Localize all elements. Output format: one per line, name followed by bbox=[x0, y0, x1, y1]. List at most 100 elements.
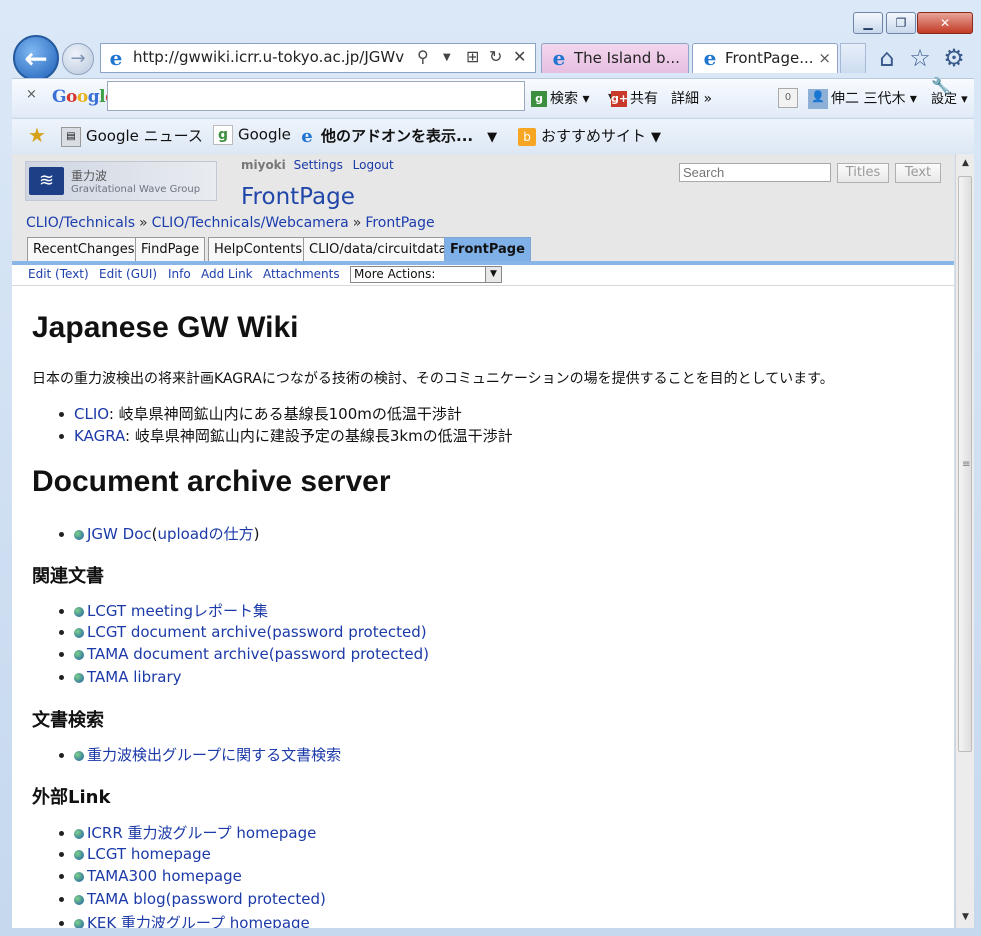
related-link[interactable]: LCGT document archive(password protected… bbox=[87, 623, 427, 641]
list-item-text: : 岐阜県神岡鉱山内にある基線長100mの低温干渉計 bbox=[108, 405, 462, 423]
google-search-button[interactable]: g 検索 ▾ bbox=[531, 88, 589, 108]
external-link[interactable]: KEK 重力波グループ homepage bbox=[87, 914, 310, 928]
bullet bbox=[59, 852, 64, 857]
more-actions-value: More Actions: bbox=[354, 267, 436, 281]
edit-text-link[interactable]: Edit (Text) bbox=[28, 267, 89, 281]
related-link[interactable]: TAMA library bbox=[87, 668, 182, 686]
upload-howto-link[interactable]: uploadの仕方 bbox=[157, 525, 253, 543]
toolbar-close-icon[interactable]: × bbox=[26, 87, 37, 102]
maximize-button[interactable]: ❐ bbox=[886, 12, 916, 34]
edit-gui-link[interactable]: Edit (GUI) bbox=[99, 267, 157, 281]
site-logo[interactable]: ≋ 重力波 Gravitational Wave Group bbox=[25, 161, 217, 201]
dropdown-arrow-icon[interactable]: ▼ bbox=[487, 130, 497, 145]
tab-close-icon[interactable]: × bbox=[818, 44, 831, 72]
user-account-button[interactable]: 👤 伸二 三代木 ▾ bbox=[808, 88, 917, 109]
share-button[interactable]: g+ 共有 bbox=[611, 88, 658, 108]
kagra-link[interactable]: KAGRA bbox=[74, 427, 125, 445]
close-button[interactable]: ✕ bbox=[917, 12, 973, 34]
ie-tab-icon: e bbox=[552, 46, 566, 70]
heading-doc-search: 文書検索 bbox=[32, 710, 104, 731]
favorite-more-addons[interactable]: e 他のアドオンを表示... ▼ bbox=[298, 125, 497, 146]
url-text[interactable]: http://gwwiki.icrr.u-tokyo.ac.jp/JGWv bbox=[133, 48, 408, 66]
bullet bbox=[59, 874, 64, 879]
dropdown-arrow-icon[interactable]: ▼ bbox=[651, 130, 661, 145]
page-title[interactable]: FrontPage bbox=[241, 184, 355, 210]
attachments-link[interactable]: Attachments bbox=[263, 267, 340, 281]
text-search-button[interactable]: Text bbox=[895, 163, 941, 183]
favorite-google-news[interactable]: ▤ Google ニュース bbox=[61, 125, 203, 147]
list-item: CLIO: 岐阜県神岡鉱山内にある基線長100mの低温干渉計 bbox=[59, 403, 462, 424]
scroll-thumb[interactable]: ≡ bbox=[958, 176, 972, 752]
nav-tab-frontpage[interactable]: FrontPage bbox=[444, 237, 531, 262]
bullet bbox=[59, 753, 64, 758]
info-link[interactable]: Info bbox=[168, 267, 191, 281]
favorites-star-icon[interactable]: ☆ bbox=[906, 44, 934, 72]
jgw-doc-link[interactable]: JGW Doc bbox=[87, 525, 152, 543]
breadcrumb: CLIO/Technicals» CLIO/Technicals/Webcamer… bbox=[26, 215, 435, 231]
favorites-add-icon[interactable]: ★ bbox=[28, 125, 51, 145]
settings-button[interactable]: 🔧 設定 ▾ bbox=[931, 78, 968, 107]
scroll-up-arrow-icon[interactable]: ▲ bbox=[956, 154, 975, 172]
favorite-suggested-sites[interactable]: b おすすめサイト ▼ bbox=[518, 125, 661, 146]
globe-icon bbox=[74, 606, 84, 617]
search-icon[interactable]: ⚲ bbox=[417, 47, 429, 66]
gear-icon[interactable]: ⚙ bbox=[940, 44, 968, 72]
globe-icon bbox=[74, 672, 84, 683]
dropdown-arrow-icon[interactable]: ▼ bbox=[485, 267, 501, 282]
related-link[interactable]: LCGT meetingレポート集 bbox=[87, 602, 268, 620]
globe-icon bbox=[74, 871, 84, 882]
breadcrumb-link[interactable]: CLIO/Technicals bbox=[26, 215, 135, 231]
nav-tab-recentchanges[interactable]: RecentChanges bbox=[27, 237, 141, 262]
intro-paragraph: 日本の重力波検出の将来計画KAGRAにつながる技術の検討、そのコミュニケーション… bbox=[32, 371, 834, 387]
logout-link[interactable]: Logout bbox=[353, 158, 394, 172]
tab-the-island[interactable]: e The Island b... bbox=[541, 43, 689, 73]
compatibility-view-icon[interactable]: ⊞ bbox=[466, 47, 479, 66]
suggested-sites-icon: b bbox=[518, 127, 536, 146]
back-button[interactable]: ← bbox=[13, 35, 59, 81]
favorite-label: おすすめサイト bbox=[541, 127, 647, 145]
notification-badge[interactable]: 0 bbox=[778, 88, 798, 108]
nav-tab-findpage[interactable]: FindPage bbox=[135, 237, 206, 262]
add-link-link[interactable]: Add Link bbox=[201, 267, 253, 281]
external-link[interactable]: ICRR 重力波グループ homepage bbox=[87, 824, 316, 842]
external-link[interactable]: LCGT homepage bbox=[87, 845, 211, 863]
stop-icon[interactable]: ✕ bbox=[513, 47, 526, 66]
bullet bbox=[59, 921, 64, 926]
vertical-scrollbar[interactable]: ▲ ≡ ▼ bbox=[955, 154, 974, 928]
external-link[interactable]: TAMA blog(password protected) bbox=[87, 890, 326, 908]
more-button[interactable]: 詳細 » bbox=[671, 88, 712, 108]
related-link[interactable]: TAMA document archive(password protected… bbox=[87, 645, 429, 663]
settings-label: 設定 bbox=[931, 92, 958, 107]
external-link[interactable]: TAMA300 homepage bbox=[87, 867, 242, 885]
ie-page-icon: e bbox=[109, 46, 123, 70]
list-item-text: : 岐阜県神岡鉱山内に建設予定の基線長3kmの低温干渉計 bbox=[125, 427, 513, 445]
nav-tab-circuitdata[interactable]: CLIO/data/circuitdata bbox=[303, 237, 453, 262]
bullet bbox=[59, 434, 64, 439]
breadcrumb-link[interactable]: FrontPage bbox=[365, 215, 434, 231]
wiki-search-input[interactable] bbox=[679, 163, 831, 182]
breadcrumb-separator: » bbox=[139, 215, 148, 231]
breadcrumb-link[interactable]: CLIO/Technicals/Webcamera bbox=[152, 215, 349, 231]
clio-link[interactable]: CLIO bbox=[74, 405, 109, 423]
favorite-google[interactable]: g Google bbox=[213, 125, 291, 145]
nav-tab-helpcontents[interactable]: HelpContents bbox=[208, 237, 309, 262]
titles-search-button[interactable]: Titles bbox=[837, 163, 889, 183]
forward-button[interactable]: → bbox=[62, 43, 94, 75]
doc-search-link[interactable]: 重力波検出グループに関する文書検索 bbox=[87, 746, 341, 764]
settings-link[interactable]: Settings bbox=[294, 158, 343, 172]
refresh-icon[interactable]: ↻ bbox=[489, 47, 502, 66]
home-icon[interactable]: ⌂ bbox=[873, 44, 901, 72]
google-search-input[interactable]: ▼ bbox=[107, 81, 616, 111]
tab-frontpage[interactable]: e FrontPage... × bbox=[692, 43, 838, 73]
bullet bbox=[59, 630, 64, 635]
scroll-down-arrow-icon[interactable]: ▼ bbox=[956, 908, 975, 926]
more-actions-select[interactable]: More Actions: ▼ bbox=[350, 266, 502, 283]
address-bar[interactable]: e http://gwwiki.icrr.u-tokyo.ac.jp/JGWv … bbox=[100, 43, 536, 73]
new-tab-button[interactable] bbox=[840, 43, 866, 73]
dropdown-arrow-icon[interactable]: ▼ bbox=[443, 52, 451, 63]
gw-logo-icon: ≋ bbox=[29, 167, 64, 195]
ie-icon: e bbox=[301, 125, 313, 147]
google-plus-icon: g+ bbox=[611, 91, 629, 107]
action-bar: Edit (Text) Edit (GUI) Info Add Link Att… bbox=[12, 265, 954, 286]
minimize-button[interactable]: ▁ bbox=[853, 12, 883, 34]
